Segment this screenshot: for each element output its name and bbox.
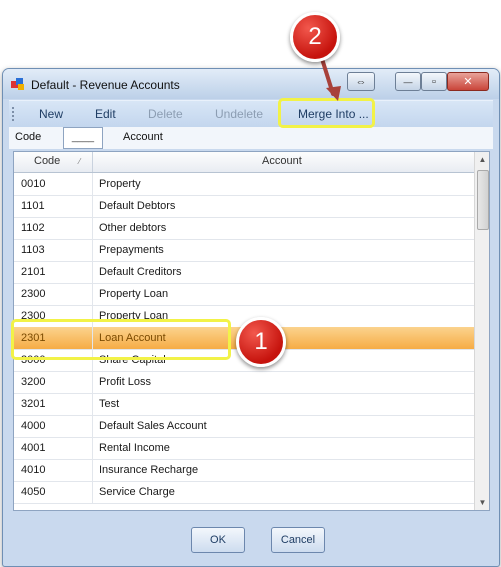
account-filter-label: Account [123, 131, 163, 143]
title-bar[interactable]: Default - Revenue Accounts ⇔ — ▫ ✕ [3, 69, 499, 99]
account-name-cell: Other debtors [99, 222, 167, 234]
vertical-scrollbar[interactable]: ▲ ▼ [474, 152, 489, 510]
table-row[interactable]: 3200 Profit Loss [14, 371, 474, 394]
account-code-cell: 1103 [21, 244, 45, 256]
cell-divider [92, 283, 93, 305]
account-name-cell: Default Sales Account [99, 420, 207, 432]
table-row[interactable]: 4010 Insurance Recharge [14, 459, 474, 482]
cell-divider [92, 437, 93, 459]
table-row[interactable]: 4050 Service Charge [14, 481, 474, 504]
new-button[interactable]: New [39, 107, 63, 121]
filter-bar: Code ____ Account [9, 127, 493, 149]
code-filter-input[interactable]: ____ [63, 127, 103, 149]
account-code-cell: 3200 [21, 376, 46, 388]
restore-icon[interactable]: ⇔ [347, 72, 375, 91]
undelete-button[interactable]: Undelete [215, 107, 263, 121]
toolbar-grip[interactable] [12, 107, 17, 121]
account-code-cell: 0010 [21, 178, 46, 190]
loan-account-highlight [11, 319, 231, 360]
revenue-accounts-window: Default - Revenue Accounts ⇔ — ▫ ✕ New E… [2, 68, 500, 567]
window-title: Default - Revenue Accounts [31, 78, 180, 92]
table-row[interactable]: 4001 Rental Income [14, 437, 474, 460]
table-row[interactable]: 2101 Default Creditors [14, 261, 474, 284]
account-name-cell: Prepayments [99, 244, 164, 256]
account-code-cell: 4050 [21, 486, 46, 498]
account-name-cell: Service Charge [99, 486, 175, 498]
cell-divider [92, 393, 93, 415]
grid-header: Code ⁄ Account [14, 152, 474, 173]
account-name-cell: Insurance Recharge [99, 464, 199, 476]
scroll-up-icon[interactable]: ▲ [475, 152, 489, 167]
cell-divider [92, 173, 93, 195]
table-row[interactable]: 1102 Other debtors [14, 217, 474, 240]
maximize-button[interactable]: ▫ [421, 72, 447, 91]
cell-divider [92, 261, 93, 283]
account-name-cell: Rental Income [99, 442, 170, 454]
account-name-cell: Property Loan [99, 288, 169, 300]
account-code-cell: 1101 [21, 200, 45, 212]
close-button[interactable]: ✕ [447, 72, 489, 91]
cell-divider [92, 239, 93, 261]
app-icon [11, 78, 24, 90]
account-name-cell: Profit Loss [99, 376, 151, 388]
cell-divider [92, 415, 93, 437]
scrollbar-thumb[interactable] [477, 170, 489, 230]
sort-icon: ⁄ [79, 157, 81, 166]
cell-divider [92, 459, 93, 481]
table-row[interactable]: 1103 Prepayments [14, 239, 474, 262]
table-row[interactable]: 1101 Default Debtors [14, 195, 474, 218]
delete-button[interactable]: Delete [148, 107, 183, 121]
cancel-button[interactable]: Cancel [271, 527, 325, 553]
toolbar: New Edit Delete Undelete Merge Into ... [9, 100, 493, 127]
scroll-down-icon[interactable]: ▼ [475, 495, 489, 510]
account-code-cell: 4001 [21, 442, 46, 454]
account-code-cell: 4010 [21, 464, 46, 476]
account-code-cell: 2300 [21, 288, 46, 300]
cell-divider [92, 217, 93, 239]
cell-divider [92, 195, 93, 217]
minimize-button[interactable]: — [395, 72, 421, 91]
account-name-cell: Default Debtors [99, 200, 176, 212]
table-row[interactable]: 0010 Property [14, 173, 474, 196]
code-filter-label: Code [15, 131, 42, 143]
account-name-cell: Default Creditors [99, 266, 182, 278]
account-name-cell: Property [99, 178, 141, 190]
table-row[interactable]: 3201 Test [14, 393, 474, 416]
header-divider[interactable] [92, 152, 93, 172]
cell-divider [92, 481, 93, 503]
account-name-cell: Test [99, 398, 120, 410]
edit-button[interactable]: Edit [95, 107, 116, 121]
cell-divider [92, 371, 93, 393]
column-header-account[interactable]: Account [262, 155, 302, 167]
account-code-cell: 1102 [21, 222, 45, 234]
account-code-cell: 4000 [21, 420, 46, 432]
table-row[interactable]: 4000 Default Sales Account [14, 415, 474, 438]
account-code-cell: 2101 [21, 266, 46, 278]
step-1-badge: 1 [236, 317, 286, 367]
account-code-cell: 3201 [21, 398, 46, 410]
step-2-badge: 2 [290, 12, 340, 62]
merge-into-highlight [278, 98, 375, 128]
table-row[interactable]: 2300 Property Loan [14, 283, 474, 306]
ok-button[interactable]: OK [191, 527, 245, 553]
column-header-code[interactable]: Code [34, 155, 60, 167]
